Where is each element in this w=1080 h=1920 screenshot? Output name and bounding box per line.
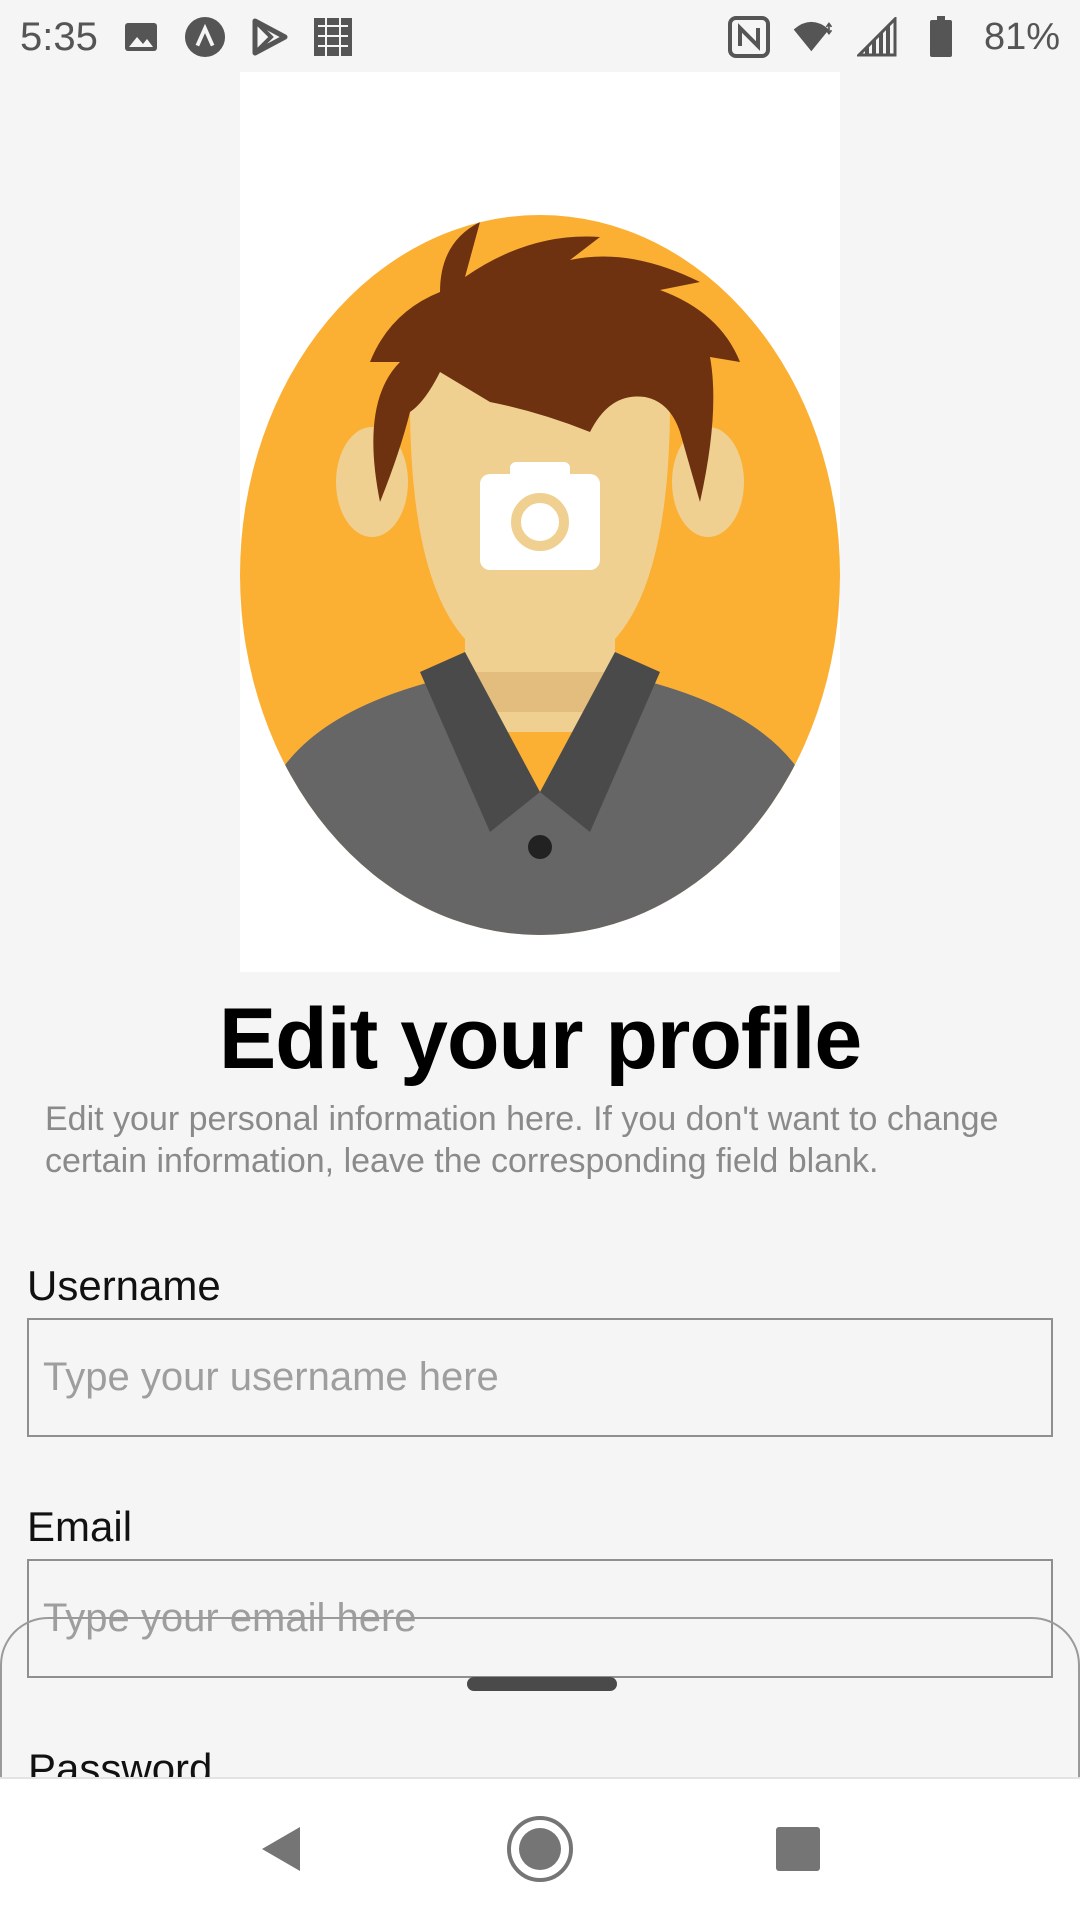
page-title: Edit your profile	[218, 991, 862, 1087]
username-label: Username	[27, 1262, 221, 1309]
status-bar: 5:35 81%	[0, 0, 1080, 74]
status-right: 81%	[727, 15, 1060, 59]
navigation-bar	[0, 1777, 1080, 1920]
recents-button[interactable]	[758, 1809, 838, 1889]
page-subtitle: Edit your personal information here. If …	[45, 1100, 999, 1180]
wifi-icon	[792, 16, 834, 58]
screen: 5:35 81% Edit your profile Edit your per…	[0, 0, 1080, 1920]
signal-icon	[856, 16, 898, 58]
status-time: 5:35	[20, 14, 98, 59]
bottom-sheet[interactable]: Password	[0, 1617, 1080, 1777]
gallery-icon	[120, 16, 162, 58]
back-button[interactable]	[240, 1809, 320, 1889]
back-icon	[262, 1827, 300, 1871]
email-label: Email	[27, 1503, 133, 1550]
status-left: 5:35	[20, 15, 354, 60]
play-store-icon	[248, 16, 290, 58]
sheet-drag-handle[interactable]	[467, 1677, 617, 1691]
battery-icon	[920, 16, 962, 58]
battery-percent: 81%	[983, 15, 1060, 58]
widget-icon	[312, 16, 354, 58]
home-button[interactable]	[500, 1809, 580, 1889]
profile-picture[interactable]: camera-icon	[240, 72, 840, 972]
username-input[interactable]	[27, 1318, 1053, 1437]
recents-icon	[776, 1827, 820, 1871]
avatar-illustration	[240, 215, 840, 935]
arrow-app-icon	[184, 16, 226, 58]
home-icon	[507, 1816, 573, 1882]
nfc-icon	[727, 16, 770, 58]
password-label: Password	[28, 1745, 213, 1777]
